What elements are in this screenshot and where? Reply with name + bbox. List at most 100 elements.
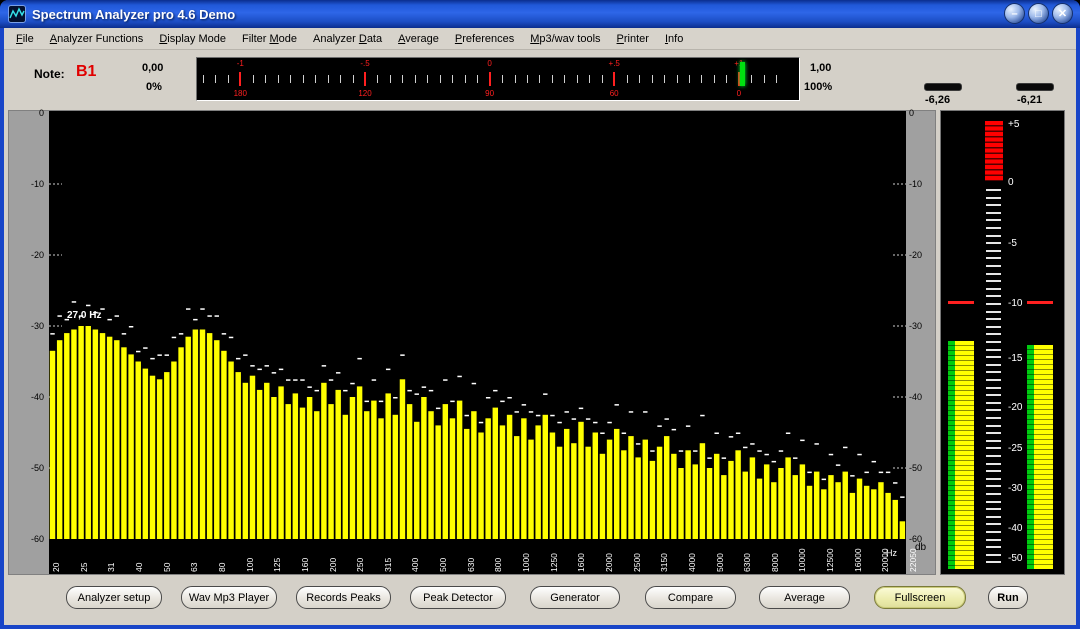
maximize-button[interactable]: □ <box>1028 3 1049 24</box>
left-peak-mark <box>948 301 974 304</box>
corr-minor-tick <box>602 75 603 83</box>
corr-minor-tick <box>303 75 304 83</box>
scale-label: -20 <box>1008 402 1022 413</box>
corr-bottom-label: 60 <box>602 89 626 98</box>
scale-tick <box>986 546 1001 548</box>
scale-tick <box>986 554 1001 556</box>
x-axis: 2025314050638010012516020025031540050063… <box>49 539 906 574</box>
titlebar[interactable]: Spectrum Analyzer pro 4.6 Demo – □ ✕ <box>0 0 1080 28</box>
scale-label: -15 <box>1008 353 1022 364</box>
corr-minor-tick <box>353 75 354 83</box>
corr-minor-tick <box>278 75 279 83</box>
corr-minor-tick <box>764 75 765 83</box>
scale-tick <box>986 501 1001 503</box>
right-vu-bar <box>1027 345 1053 569</box>
scale-tick <box>986 257 1001 259</box>
scale-tick <box>986 561 1001 563</box>
corr-minor-tick <box>652 75 653 83</box>
menu-item-file[interactable]: File <box>8 30 42 48</box>
menu-item-info[interactable]: Info <box>657 30 691 48</box>
corr-minor-tick <box>477 75 478 83</box>
scale-tick <box>986 516 1001 518</box>
correlation-right-percent: 100% <box>804 81 832 93</box>
button-compare[interactable]: Compare <box>645 586 736 609</box>
scale-tick <box>986 356 1001 358</box>
corr-minor-tick <box>203 75 204 83</box>
corr-minor-tick <box>589 75 590 83</box>
scale-tick <box>986 523 1001 525</box>
hz-unit-label: Hz <box>886 548 897 558</box>
y-tick-label-left: -40 <box>9 392 49 402</box>
x-tick-label: 250 <box>355 558 365 572</box>
button-records-peaks[interactable]: Records Peaks <box>296 586 391 609</box>
menu-item-analyzer-functions[interactable]: Analyzer Functions <box>42 30 152 48</box>
corr-minor-tick <box>751 75 752 83</box>
scale-tick <box>986 326 1001 328</box>
scale-tick <box>986 508 1001 510</box>
corr-minor-tick <box>390 75 391 83</box>
corr-minor-tick <box>552 75 553 83</box>
button-run[interactable]: Run <box>988 586 1028 609</box>
button-fullscreen[interactable]: Fullscreen <box>874 586 966 609</box>
scale-label: -5 <box>1008 238 1017 249</box>
x-tick-label: 40 <box>134 563 144 572</box>
corr-minor-tick <box>564 75 565 83</box>
y-tick-label-left: -20 <box>9 250 49 260</box>
scale-label: -40 <box>1008 523 1022 534</box>
menu-item-preferences[interactable]: Preferences <box>447 30 522 48</box>
scale-tick <box>986 219 1001 221</box>
scale-tick <box>986 394 1001 396</box>
scale-tick <box>986 440 1001 442</box>
peak-readout-bar-left <box>924 83 962 91</box>
scale-tick <box>986 227 1001 229</box>
x-tick-label: 1000 <box>521 553 531 572</box>
button-bar: Analyzer setup Wav Mp3 Player Records Peak… <box>4 580 1076 625</box>
corr-major-tick <box>489 72 491 86</box>
menu-item-display-mode[interactable]: Display Mode <box>151 30 234 48</box>
scale-tick <box>986 493 1001 495</box>
scale-tick <box>986 288 1001 290</box>
corr-bottom-label: 120 <box>353 89 377 98</box>
y-axis-right: 0-10-20-30-40-50-60 <box>906 111 935 574</box>
corr-minor-tick <box>290 75 291 83</box>
left-vu-bar <box>948 341 974 569</box>
menu-item-analyzer-data[interactable]: Analyzer Data <box>305 30 390 48</box>
close-button[interactable]: ✕ <box>1052 3 1073 24</box>
x-tick-label: 200 <box>328 558 338 572</box>
menu-item-filter-mode[interactable]: Filter Mode <box>234 30 305 48</box>
button-peak-detector[interactable]: Peak Detector <box>410 586 506 609</box>
x-tick-label: 400 <box>410 558 420 572</box>
scale-label: +5 <box>1008 119 1019 130</box>
minimize-button[interactable]: – <box>1004 3 1025 24</box>
scale-tick <box>986 539 1001 541</box>
content-area: Note: B1 0,00 0% -1180-.5120090+.560+10 … <box>4 50 1076 625</box>
window-title: Spectrum Analyzer pro 4.6 Demo <box>32 7 235 22</box>
scale-tick <box>986 425 1001 427</box>
scale-tick <box>986 470 1001 472</box>
scale-tick <box>986 409 1001 411</box>
y-tick-label-left: 0 <box>9 108 49 118</box>
x-tick-label: 31 <box>106 563 116 572</box>
scale-label: -50 <box>1008 553 1022 564</box>
scale-tick <box>986 387 1001 389</box>
spectrum-display: 0-10-20-30-40-50-60 0-10-20-30-40-50-60 … <box>8 110 936 575</box>
button-generator[interactable]: Generator <box>530 586 620 609</box>
corr-minor-tick <box>465 75 466 83</box>
note-label: Note: <box>34 67 65 81</box>
corr-minor-tick <box>253 75 254 83</box>
corr-bottom-label: 90 <box>478 89 502 98</box>
corr-top-label: -1 <box>228 59 252 68</box>
corr-minor-tick <box>627 75 628 83</box>
x-tick-label: 16000 <box>853 548 863 572</box>
x-tick-label: 1600 <box>576 553 586 572</box>
menu-item-mp3-wav-tools[interactable]: Mp3/wav tools <box>522 30 608 48</box>
menu-item-printer[interactable]: Printer <box>609 30 657 48</box>
scale-label: -25 <box>1008 443 1022 454</box>
button-analyzer-setup[interactable]: Analyzer setup <box>66 586 162 609</box>
button-average[interactable]: Average <box>759 586 850 609</box>
corr-minor-tick <box>639 75 640 83</box>
menu-item-average[interactable]: Average <box>390 30 447 48</box>
button-wav-mp3-player[interactable]: Wav Mp3 Player <box>181 586 277 609</box>
x-tick-label: 12500 <box>825 548 835 572</box>
scale-tick <box>986 364 1001 366</box>
